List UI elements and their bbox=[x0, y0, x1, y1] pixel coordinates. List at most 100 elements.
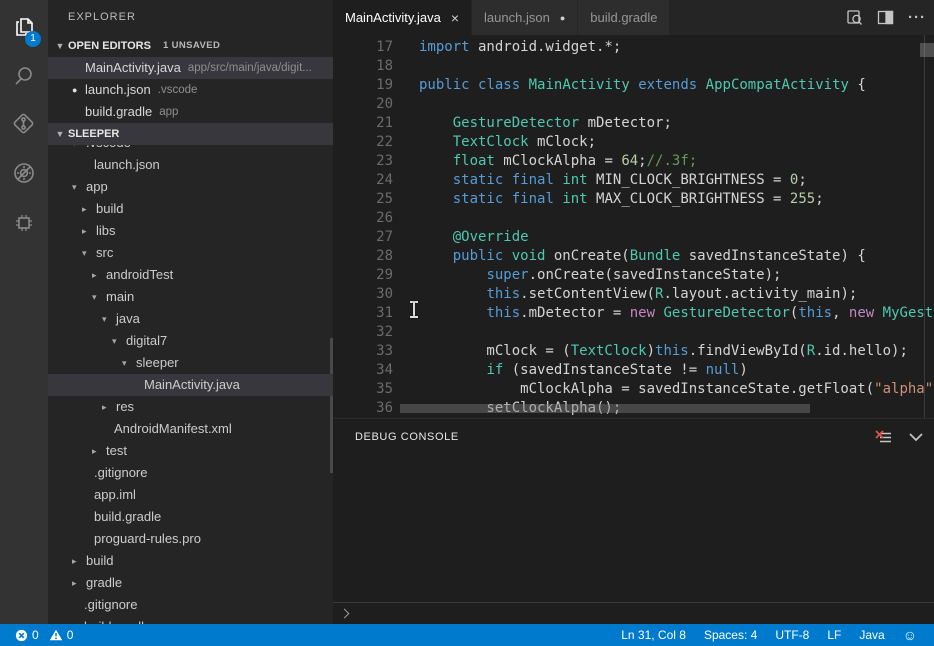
line-number: 30 bbox=[349, 285, 393, 304]
tree-item-digital7[interactable]: ▾digital7 bbox=[48, 330, 333, 352]
tree-item-label: sleeper bbox=[136, 352, 179, 374]
tree-item-.gitignore[interactable]: .gitignore bbox=[48, 594, 333, 616]
tab-build.gradle[interactable]: build.gradle bbox=[578, 0, 669, 35]
code-line: 32 bbox=[333, 323, 934, 342]
code-line: 20 bbox=[333, 95, 934, 114]
code-line: 25 static final int MAX_CLOCK_BRIGHTNESS… bbox=[333, 190, 934, 209]
tree-item-.gitignore[interactable]: .gitignore bbox=[48, 462, 333, 484]
close-icon[interactable]: × bbox=[451, 10, 459, 26]
tree-item-label: java bbox=[116, 308, 140, 330]
chevron-expanded-icon: ▾ bbox=[72, 176, 86, 198]
tab-launch.json[interactable]: launch.json ● bbox=[472, 0, 577, 35]
debug-icon bbox=[11, 160, 37, 191]
line-number: 34 bbox=[349, 361, 393, 380]
tree-item-label: test bbox=[106, 440, 127, 462]
chevron-expanded-icon: ▾ bbox=[92, 286, 106, 308]
split-editor-icon[interactable] bbox=[877, 10, 894, 25]
tree-item-app[interactable]: ▾app bbox=[48, 176, 333, 198]
line-number: 23 bbox=[349, 152, 393, 171]
tab-label: launch.json bbox=[484, 10, 550, 25]
problems-indicator[interactable]: 0 0 bbox=[10, 624, 78, 646]
cursor-position[interactable]: Ln 31, Col 8 bbox=[612, 624, 695, 646]
debug-activity-button[interactable] bbox=[0, 151, 48, 199]
tree-item-libs[interactable]: ▸libs bbox=[48, 220, 333, 242]
activity-bar: 1 bbox=[0, 0, 48, 624]
tree-item-res[interactable]: ▸res bbox=[48, 396, 333, 418]
horizontal-scrollbar[interactable] bbox=[400, 404, 810, 413]
tree-item-app.iml[interactable]: app.iml bbox=[48, 484, 333, 506]
tree-item-build.gradle[interactable]: build.gradle bbox=[48, 506, 333, 528]
code-text: super.onCreate(savedInstanceState); bbox=[393, 266, 781, 285]
tree-item-launch.json[interactable]: launch.json bbox=[48, 154, 333, 176]
tree-item-androidTest[interactable]: ▸androidTest bbox=[48, 264, 333, 286]
code-text: static final int MIN_CLOCK_BRIGHTNESS = … bbox=[393, 171, 807, 190]
indentation-setting[interactable]: Spaces: 4 bbox=[695, 624, 766, 646]
debug-console-input[interactable] bbox=[333, 602, 934, 624]
explorer-activity-button[interactable]: 1 bbox=[0, 6, 48, 54]
tree-item-label: build bbox=[96, 198, 123, 220]
vscode-window: 1 bbox=[0, 0, 934, 646]
error-count: 0 bbox=[32, 628, 39, 642]
tree-item-test[interactable]: ▸test bbox=[48, 440, 333, 462]
warning-count: 0 bbox=[67, 628, 74, 642]
extensions-activity-button[interactable] bbox=[0, 201, 48, 249]
code-editor[interactable]: 17import android.widget.*;1819public cla… bbox=[333, 35, 934, 418]
tree-item-proguard-rules.pro[interactable]: proguard-rules.pro bbox=[48, 528, 333, 550]
tab-MainActivity.java[interactable]: MainActivity.java× bbox=[333, 0, 471, 35]
tree-item-MainActivity.java[interactable]: MainActivity.java bbox=[48, 374, 333, 396]
clear-console-icon[interactable] bbox=[875, 430, 892, 445]
open-editors-header[interactable]: ▼ OPEN EDITORS 1 UNSAVED bbox=[48, 35, 333, 57]
dirty-dot-icon: ● bbox=[72, 79, 85, 101]
folder-section-header[interactable]: ▼ SLEEPER bbox=[48, 123, 333, 145]
code-text: float mClockAlpha = 64;//.3f; bbox=[393, 152, 697, 171]
code-line: 31 this.mDetector = new GestureDetector(… bbox=[333, 304, 934, 323]
eol-setting[interactable]: LF bbox=[818, 624, 850, 646]
tree-item-src[interactable]: ▾src bbox=[48, 242, 333, 264]
line-number: 28 bbox=[349, 247, 393, 266]
open-editor-item[interactable]: ●launch.json.vscode bbox=[48, 79, 333, 101]
more-actions-icon[interactable]: ··· bbox=[908, 13, 926, 23]
tree-item-label: app.iml bbox=[94, 484, 136, 506]
language-mode[interactable]: Java bbox=[850, 624, 893, 646]
tree-item-label: build.gradle bbox=[94, 506, 161, 528]
code-line: 34 if (savedInstanceState != null) bbox=[333, 361, 934, 380]
open-preview-icon[interactable] bbox=[846, 9, 863, 26]
feedback-smiley-icon[interactable]: ☺ bbox=[894, 624, 926, 646]
vertical-scrollbar[interactable] bbox=[920, 35, 934, 418]
dirty-dot-icon: ● bbox=[560, 13, 565, 23]
tree-item-AndroidManifest.xml[interactable]: AndroidManifest.xml bbox=[48, 418, 333, 440]
tree-item-build[interactable]: ▸build bbox=[48, 198, 333, 220]
editor-actions: ··· bbox=[846, 0, 926, 35]
tree-item-sleeper[interactable]: ▾sleeper bbox=[48, 352, 333, 374]
mouse-ibeam-cursor bbox=[409, 301, 419, 318]
open-editor-name: MainActivity.java bbox=[85, 57, 181, 79]
tree-item-label: res bbox=[116, 396, 134, 418]
error-icon bbox=[15, 629, 28, 642]
tree-item-java[interactable]: ▾java bbox=[48, 308, 333, 330]
tree-item-label: proguard-rules.pro bbox=[94, 528, 201, 550]
panel-title[interactable]: DEBUG CONSOLE bbox=[355, 431, 459, 443]
tree-item-label: libs bbox=[96, 220, 116, 242]
open-files-badge: 1 bbox=[25, 31, 41, 47]
open-editor-item[interactable]: build.gradleapp bbox=[48, 101, 333, 123]
status-bar: 0 0 Ln 31, Col 8 Spaces: 4 UTF-8 LF Java… bbox=[0, 624, 934, 646]
tree-item-main[interactable]: ▾main bbox=[48, 286, 333, 308]
tree-item-build.gradle[interactable]: build.gradle bbox=[48, 616, 333, 624]
search-icon bbox=[11, 63, 37, 94]
close-panel-icon[interactable] bbox=[908, 432, 924, 442]
code-text: this.mDetector = new GestureDetector(thi… bbox=[393, 304, 934, 323]
line-number: 20 bbox=[349, 95, 393, 114]
chevron-expanded-icon: ▾ bbox=[102, 308, 116, 330]
overview-ruler-line bbox=[924, 35, 925, 418]
source-control-activity-button[interactable] bbox=[0, 102, 48, 150]
sidebar-title: EXPLORER bbox=[48, 0, 333, 35]
chevron-collapsed-icon: ▸ bbox=[72, 572, 86, 594]
panel-header: DEBUG CONSOLE bbox=[333, 419, 934, 455]
open-editor-item[interactable]: MainActivity.javaapp/src/main/java/digit… bbox=[48, 57, 333, 79]
search-activity-button[interactable] bbox=[0, 54, 48, 102]
encoding-setting[interactable]: UTF-8 bbox=[766, 624, 818, 646]
tree-item-build[interactable]: ▸build bbox=[48, 550, 333, 572]
tree-item-gradle[interactable]: ▸gradle bbox=[48, 572, 333, 594]
code-line: 22 TextClock mClock; bbox=[333, 133, 934, 152]
line-number: 26 bbox=[349, 209, 393, 228]
